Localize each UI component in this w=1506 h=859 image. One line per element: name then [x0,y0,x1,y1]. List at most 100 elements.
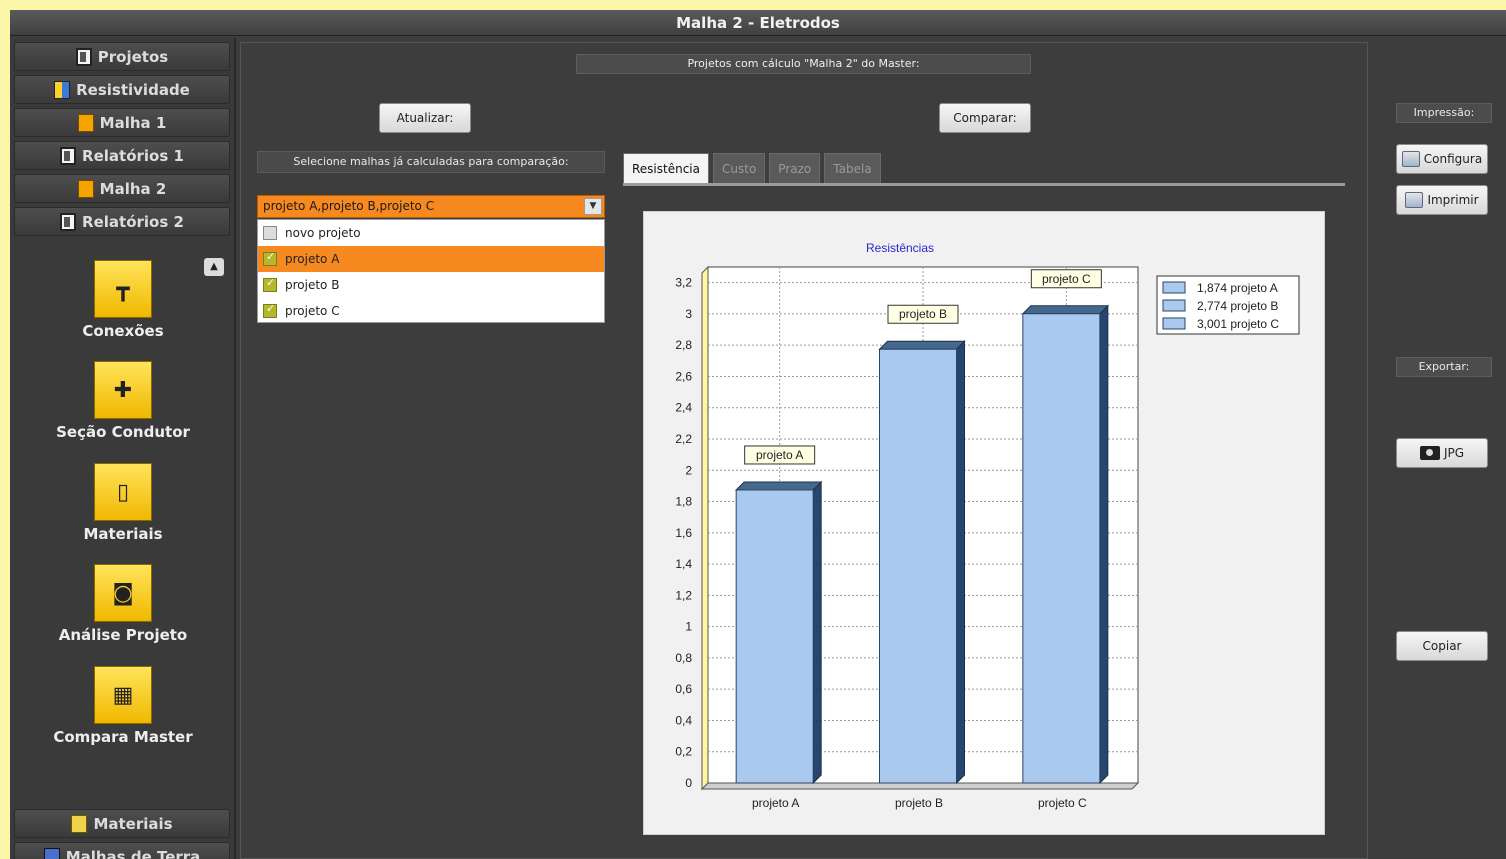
camera-icon [1419,446,1440,460]
resistance-chart: 0 0,2 0,4 0,6 0,8 1 1,2 1,4 1,6 1,8 2 2,2 2,4 2,6 2,8 3… [675,241,1300,810]
bar [879,348,957,784]
x-tick-label: projeto B [895,796,943,810]
y-tick-label: 2,4 [675,401,692,415]
sidebar: Projetos Resistividade Malha 1 Relatório… [10,38,236,859]
dropdown-item[interactable]: projeto C [258,298,604,324]
legend-swatch [1162,281,1186,294]
y-tick-label: 3 [685,307,692,321]
legend-swatch [1162,299,1186,312]
configure-button[interactable]: Configura [1396,144,1488,174]
tab-resistencia[interactable]: Resistência [623,153,709,183]
checkbox[interactable] [263,302,277,318]
tab-custo[interactable]: Custo [713,153,766,183]
nav-malha1-button[interactable]: Malha 1 [14,108,230,137]
bar [1022,313,1101,784]
nav-label: Materiais [93,814,173,833]
update-button[interactable]: Atualizar: [379,103,471,133]
nav-projetos-button[interactable]: Projetos [14,42,230,71]
project-combo[interactable]: projeto A,projeto B,projeto C ▼ [257,195,605,218]
chevron-down-icon[interactable]: ▼ [584,198,602,215]
dropdown-item-label: projeto A [285,252,340,266]
bar-label: projeto C [1042,272,1091,286]
y-tick-label: 2,8 [675,338,692,352]
document-icon [75,47,92,66]
connections-icon: ┳ [94,260,152,318]
tab-divider [623,183,1345,186]
tool-secao-condutor[interactable]: ✚ Seção Condutor [10,361,236,441]
export-label: Exportar: [1396,357,1492,377]
bar-top [878,340,966,350]
ground-mesh-icon [43,847,60,859]
nav-materiais-button[interactable]: Materiais [14,809,230,838]
tool-conexoes[interactable]: ┳ Conexões [10,260,236,340]
dropdown-item-label: projeto B [285,278,340,292]
document-icon [60,146,77,165]
chart-panel: 0 0,2 0,4 0,6 0,8 1 1,2 1,4 1,6 1,8 2 2,2 2,4 2,6 2,8 3… [643,211,1325,835]
bar [735,489,814,784]
nav-malha2-button[interactable]: Malha 2 [14,174,230,203]
y-tick-label: 2,6 [675,369,692,383]
nav-relatorios2-button[interactable]: Relatórios 2 [14,207,230,236]
tool-materiais[interactable]: ▯ Materiais [10,463,236,543]
chart-title: Resistências [866,241,934,255]
nav-label: Relatórios 1 [82,146,184,165]
select-label: Selecione malhas já calculadas para comp… [257,151,605,173]
printer-settings-icon [1401,151,1420,167]
bar-top [1021,305,1110,315]
legend-label: 1,874 projeto A [1197,281,1278,295]
nav-label: Malha 1 [99,113,167,132]
export-jpg-button[interactable]: JPG [1396,438,1488,468]
tab-prazo[interactable]: Prazo [769,153,821,183]
dropdown-item[interactable]: novo projeto [258,220,604,246]
materials-icon: ▯ [94,463,152,521]
y-tick-label: 0,4 [675,713,692,727]
tool-analise-projeto[interactable]: ◙ Análise Projeto [10,564,236,644]
y-tick-label: 0,8 [675,651,692,665]
y-tick-label: 1 [685,620,692,634]
tab-tabela[interactable]: Tabela [824,153,881,183]
print-button[interactable]: Imprimir [1396,185,1488,215]
document-icon [60,212,77,231]
tool-label: Materiais [83,525,163,543]
jpg-label: JPG [1443,446,1465,460]
window-title: Malha 2 - Eletrodos [10,10,1506,36]
legend-label: 3,001 projeto C [1197,317,1279,331]
conductor-section-icon: ✚ [94,361,152,419]
copy-button[interactable]: Copiar [1396,631,1488,661]
tool-compara-master[interactable]: ▦ Compara Master [10,666,236,746]
y-tick-label: 1,6 [675,526,692,540]
y-tick-label: 1,4 [675,557,692,571]
nav-label: Relatórios 2 [82,212,184,231]
checkbox[interactable] [263,276,277,292]
dropdown-item[interactable]: projeto A [258,246,604,272]
print-button-label: Imprimir [1427,193,1479,207]
bar-top [734,481,823,491]
chart-floor [700,782,1140,790]
checkbox[interactable] [263,226,277,240]
mesh-icon [77,179,94,198]
bar-side [956,340,965,785]
legend-label: 2,774 projeto B [1197,299,1278,313]
nav-malhas-de-terra-button[interactable]: Malhas de Terra [14,842,230,859]
compare-button[interactable]: Comparar: [939,103,1031,133]
page-heading: Projetos com cálculo "Malha 2" do Master… [576,54,1031,74]
axis-wall [701,265,709,791]
y-tick-label: 0,2 [675,745,692,759]
y-tick-label: 2,2 [675,432,692,446]
project-analysis-icon: ◙ [94,564,152,622]
x-tick-label: projeto A [752,796,799,810]
mesh-icon [77,113,94,132]
tool-label: Compara Master [53,728,193,746]
app-window: Malha 2 - Eletrodos Projetos Resistivida… [10,10,1506,859]
nav-resistividade-button[interactable]: Resistividade [14,75,230,104]
dropdown-item-label: novo projeto [285,226,361,240]
nav-label: Malhas de Terra [65,847,201,859]
nav-label: Resistividade [76,80,190,99]
dropdown-item[interactable]: projeto B [258,272,604,298]
compare-master-icon: ▦ [94,666,152,724]
checkbox[interactable] [263,250,277,266]
x-tick-label: projeto C [1038,796,1087,810]
y-tick-label: 2 [685,463,692,477]
nav-relatorios1-button[interactable]: Relatórios 1 [14,141,230,170]
printer-icon [1405,192,1424,208]
